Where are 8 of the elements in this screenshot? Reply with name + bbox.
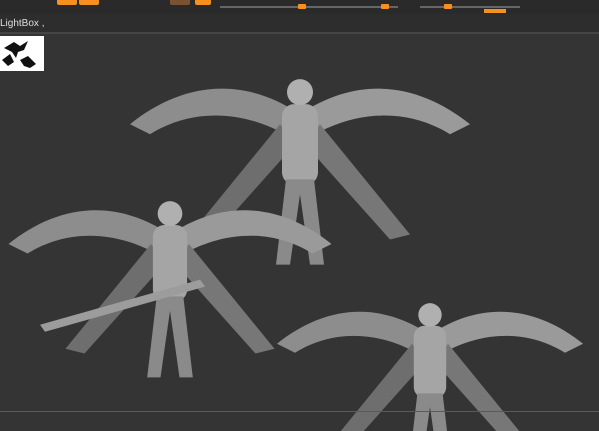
slider-thumb[interactable] bbox=[381, 4, 390, 9]
indicator-bar bbox=[484, 9, 506, 13]
lightbox-label: LightBox , bbox=[0, 18, 44, 28]
toolbar-button[interactable] bbox=[57, 0, 77, 5]
toolbar-button[interactable] bbox=[79, 0, 99, 5]
toolbar-button[interactable] bbox=[195, 0, 211, 5]
slider-thumb[interactable] bbox=[444, 4, 452, 9]
slider-thumb[interactable] bbox=[298, 4, 306, 9]
